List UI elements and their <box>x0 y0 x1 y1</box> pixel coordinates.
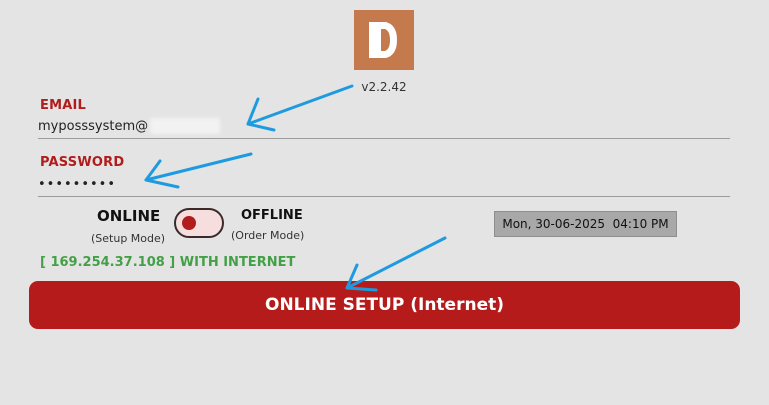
app-logo-icon <box>354 10 414 70</box>
offline-mode-label: OFFLINE <box>241 208 303 223</box>
arrow-to-email-icon <box>246 84 354 132</box>
offline-mode-sub-label: (Order Mode) <box>231 229 305 242</box>
email-redaction <box>150 118 220 134</box>
password-underline <box>38 196 730 197</box>
datetime-display: Mon, 30-06-2025 04:10 PM <box>494 211 677 237</box>
mode-toggle[interactable] <box>174 208 224 238</box>
toggle-knob <box>182 216 196 230</box>
online-setup-button[interactable]: ONLINE SETUP (Internet) <box>29 281 740 329</box>
connection-status: [ 169.254.37.108 ] WITH INTERNET <box>40 255 296 270</box>
password-field[interactable]: ••••••••• <box>38 177 116 192</box>
arrow-to-password-icon <box>144 152 253 189</box>
email-underline <box>38 138 730 139</box>
login-screen: v2.2.42 EMAIL myposssystem@ PASSWORD •••… <box>0 0 769 405</box>
password-label: PASSWORD <box>40 155 125 170</box>
app-version: v2.2.42 <box>361 80 407 94</box>
email-label: EMAIL <box>40 98 86 113</box>
email-field[interactable]: myposssystem@ <box>38 119 148 134</box>
online-mode-label: ONLINE <box>97 207 161 225</box>
online-mode-sub-label: (Setup Mode) <box>91 232 166 245</box>
